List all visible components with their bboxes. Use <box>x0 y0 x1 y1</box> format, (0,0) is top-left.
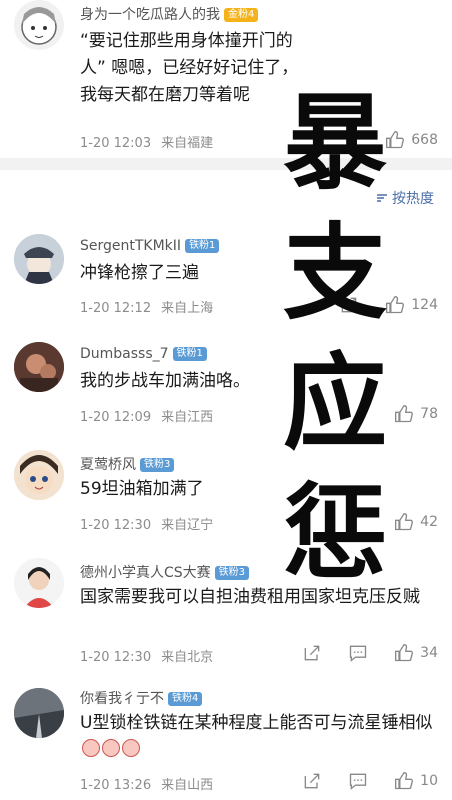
like-count: 42 <box>420 514 438 530</box>
like-button[interactable]: 34 <box>394 643 438 663</box>
comment-location: 来自上海 <box>161 301 214 316</box>
thumbs-up-icon <box>395 644 414 662</box>
avatar[interactable] <box>14 688 64 738</box>
thumbs-up-icon <box>395 405 414 423</box>
overlay-char: 暴 <box>282 81 387 204</box>
like-count: 124 <box>411 297 438 313</box>
username-text[interactable]: 夏莺桥风 <box>80 457 136 473</box>
comment-text-content: 我的步战车加满油咯。 <box>80 371 250 391</box>
username[interactable]: 夏莺桥风 铁粉3 <box>80 454 175 474</box>
like-button[interactable]: 42 <box>394 512 438 532</box>
comment-meta: 1-20 12:03 来自福建 <box>80 132 213 151</box>
fan-badge: 铁粉1 <box>185 239 220 253</box>
overlay-char: 应 <box>282 341 387 464</box>
username[interactable]: 德州小学真人CS大赛 铁粉3 <box>80 562 250 582</box>
like-count: 34 <box>420 645 438 661</box>
comment-time: 1-20 12:12 <box>80 301 152 316</box>
comment-time: 1-20 12:30 <box>80 650 152 665</box>
thumbs-up-icon <box>395 513 414 531</box>
comment-actions: 78 <box>394 403 438 425</box>
username-text[interactable]: 身为一个吃瓜路人的我 <box>80 7 220 23</box>
avatar[interactable] <box>14 234 64 284</box>
comment-location: 来自江西 <box>161 410 214 425</box>
username-text[interactable]: 德州小学真人CS大赛 <box>80 565 211 581</box>
comment-time: 1-20 13:26 <box>80 778 152 793</box>
share-icon <box>304 645 320 661</box>
fan-badge: 铁粉4 <box>168 692 203 706</box>
username[interactable]: 身为一个吃瓜路人的我 金粉4 <box>80 4 259 24</box>
overlay-char: 支 <box>282 211 387 334</box>
comment-meta: 1-20 12:09 来自江西 <box>80 406 213 425</box>
username-text[interactable]: 你看我彳亍不 <box>80 691 164 707</box>
fan-badge: 铁粉3 <box>214 566 250 580</box>
comment-bubble-icon <box>350 773 367 790</box>
comment-text-content: “要记住那些用身体撞开门的人” 嗯嗯，已经好好记住了，我每天都在磨刀等着呢 <box>80 31 299 105</box>
comment-text-content: U型锁栓铁链在某种程度上能否可与流星锤相似 <box>80 713 433 733</box>
like-count: 78 <box>420 406 438 422</box>
comment-meta: 1-20 13:26 来自山西 <box>80 774 213 793</box>
avatar[interactable] <box>14 450 64 500</box>
overlay-char: 惩 <box>282 471 387 594</box>
comment-time: 1-20 12:03 <box>80 136 152 151</box>
comment-time: 1-20 12:09 <box>80 410 152 425</box>
comment-meta: 1-20 12:12 来自上海 <box>80 297 213 316</box>
emoji-icon <box>122 739 140 757</box>
sort-label: 按热度 <box>392 191 434 207</box>
avatar[interactable] <box>14 342 64 392</box>
comment-location: 来自北京 <box>161 650 214 665</box>
comment-meta: 1-20 12:30 来自北京 <box>80 646 213 665</box>
avatar[interactable] <box>14 558 64 608</box>
fan-badge: 铁粉3 <box>140 458 175 472</box>
emoji-icon <box>102 739 120 757</box>
reply-button[interactable] <box>348 771 368 791</box>
comment-text-content: 59坦油箱加满了 <box>80 479 204 499</box>
share-button[interactable] <box>302 643 322 663</box>
emoji-icon <box>82 739 100 757</box>
share-icon <box>304 773 320 789</box>
comment-text: “要记住那些用身体撞开门的人” 嗯嗯，已经好好记住了，我每天都在磨刀等着呢 <box>80 28 302 109</box>
comment-meta: 1-20 12:30 来自辽宁 <box>80 514 213 533</box>
like-count: 668 <box>411 132 438 148</box>
comment-actions: 34 <box>302 642 438 664</box>
reply-button[interactable] <box>348 643 368 663</box>
comment-location: 来自辽宁 <box>161 518 214 533</box>
username[interactable]: Dumbasss_7 铁粉1 <box>80 346 207 362</box>
comment-text: U型锁栓铁链在某种程度上能否可与流星锤相似 <box>80 710 434 764</box>
like-button[interactable]: 10 <box>394 771 438 791</box>
username-text[interactable]: SergentTKMkII <box>80 238 181 254</box>
comment-bubble-icon <box>350 645 367 662</box>
username[interactable]: 你看我彳亍不 铁粉4 <box>80 688 203 708</box>
fan-badge: 铁粉1 <box>172 347 207 361</box>
calligraphy-overlay: 暴 支 应 惩 <box>276 78 394 598</box>
username[interactable]: SergentTKMkII 铁粉1 <box>80 238 220 254</box>
comment-text-content: 冲锋枪擦了三遍 <box>80 263 199 283</box>
comment-location: 来自山西 <box>161 778 214 793</box>
comment-actions: 42 <box>394 511 438 533</box>
thumbs-up-icon <box>395 772 414 790</box>
share-button[interactable] <box>302 771 322 791</box>
fan-badge: 金粉4 <box>224 8 259 22</box>
comment-location: 来自福建 <box>161 136 214 151</box>
comment-actions: 10 <box>302 770 438 792</box>
like-button[interactable]: 78 <box>394 404 438 424</box>
avatar[interactable] <box>14 0 64 50</box>
username-text[interactable]: Dumbasss_7 <box>80 346 169 362</box>
comment-time: 1-20 12:30 <box>80 518 152 533</box>
like-count: 10 <box>420 773 438 789</box>
